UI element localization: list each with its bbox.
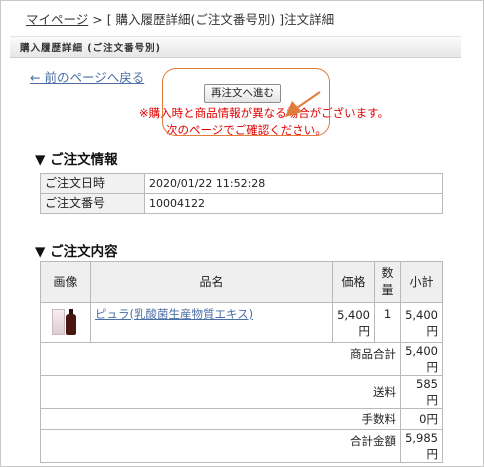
fee-value: 0円 [400, 408, 443, 430]
summary-row-grand-total: 合計金額 5,985円 [40, 429, 443, 463]
shipping-label: 送料 [40, 375, 401, 409]
table-row: ピュラ(乳酸菌生産物質エキス) 5,400円 1 5,400円 [40, 302, 443, 343]
order-number-value: 10004122 [144, 193, 443, 214]
order-info-row-date: ご注文日時 2020/01/22 11:52:28 [40, 173, 443, 194]
summary-row-goods-total: 商品合計 5,400円 [40, 342, 443, 376]
goods-total-label: 商品合計 [40, 342, 401, 376]
order-contents-table: 画像 品名 価格 数量 小計 ピュラ(乳酸菌生産物質エキス) 5,400円 1 … [40, 261, 443, 463]
order-date-label: ご注文日時 [40, 173, 145, 194]
annotation-arrow-icon [285, 91, 321, 117]
product-name-cell: ピュラ(乳酸菌生産物質エキス) [89, 302, 334, 343]
col-header-qty: 数量 [374, 261, 401, 303]
breadcrumb-separator: > [88, 12, 107, 27]
order-info-row-number: ご注文番号 10004122 [40, 193, 443, 214]
items-header-row: 画像 品名 価格 数量 小計 [40, 261, 443, 303]
grand-total-value: 5,985円 [400, 429, 443, 463]
summary-row-fee: 手数料 0円 [40, 408, 443, 430]
product-image-cell [40, 302, 91, 343]
breadcrumb-mypage-link[interactable]: マイページ [26, 12, 88, 27]
back-link[interactable]: ← 前のページへ戻る [30, 67, 144, 86]
breadcrumb-current: 注文詳細 [284, 12, 335, 27]
grand-total-label: 合計金額 [40, 429, 401, 463]
product-qty: 1 [374, 302, 401, 343]
product-subtotal: 5,400円 [400, 302, 443, 343]
col-header-image: 画像 [40, 261, 91, 303]
product-price: 5,400円 [332, 302, 375, 343]
section-header-title: 購入履歴詳細 (ご注文番号別) [20, 43, 161, 54]
col-header-price: 価格 [332, 261, 375, 303]
product-bottle-thumbnail[interactable] [51, 307, 81, 339]
shipping-value: 585円 [400, 375, 443, 409]
breadcrumb-purchase-history: [ 購入履歴詳細(ご注文番号別) ] [106, 12, 285, 27]
col-header-name: 品名 [89, 261, 334, 303]
goods-total-value: 5,400円 [400, 342, 443, 376]
order-info-table: ご注文日時 2020/01/22 11:52:28 ご注文番号 10004122 [40, 173, 443, 214]
order-number-label: ご注文番号 [40, 193, 145, 214]
summary-row-shipping: 送料 585円 [40, 375, 443, 409]
order-info-heading: ▼ ご注文情報 [35, 152, 118, 168]
order-date-value: 2020/01/22 11:52:28 [144, 173, 443, 194]
col-header-subtotal: 小計 [400, 261, 443, 303]
breadcrumb: マイページ > [ 購入履歴詳細(ご注文番号別) ]注文詳細 [26, 9, 334, 28]
order-contents-heading: ▼ ご注文内容 [35, 244, 118, 260]
product-name-link[interactable]: ピュラ(乳酸菌生産物質エキス) [95, 307, 253, 321]
fee-label: 手数料 [40, 408, 401, 430]
